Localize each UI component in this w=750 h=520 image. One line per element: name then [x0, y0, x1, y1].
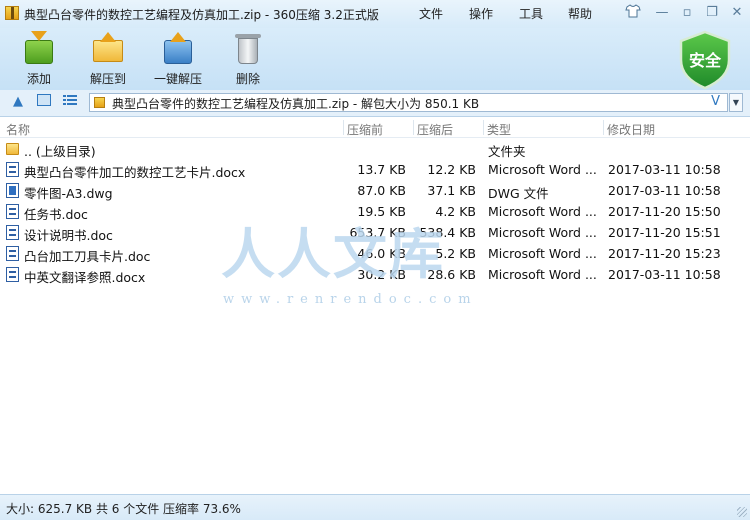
menu-tools[interactable]: 工具: [519, 5, 543, 22]
one-click-extract-button[interactable]: 一键解压: [142, 30, 214, 88]
file-row[interactable]: 典型凸台零件加工的数控工艺卡片.docx 13.7 KB 12.2 KB Mic…: [0, 159, 750, 180]
column-divider[interactable]: [343, 120, 344, 135]
file-size-before: 653.7 KB: [349, 225, 406, 240]
file-size-after: 12.2 KB: [427, 162, 476, 177]
dwg-file-icon: [6, 183, 19, 198]
status-bar: 大小: 625.7 KB 共 6 个文件 压缩率 73.6%: [0, 494, 750, 520]
file-row[interactable]: 凸台加工刀具卡片.doc 46.0 KB 5.2 KB Microsoft Wo…: [0, 243, 750, 264]
file-size-before: 13.7 KB: [357, 162, 406, 177]
word-doc-icon: [6, 162, 19, 177]
file-row[interactable]: .. (上级目录) 文件夹: [0, 138, 750, 159]
file-name: 中英文翻译参照.docx: [24, 270, 146, 285]
menu-help[interactable]: 帮助: [568, 5, 592, 22]
menu-operate[interactable]: 操作: [469, 5, 493, 22]
column-size-before[interactable]: 压缩前: [347, 121, 383, 138]
file-name: 凸台加工刀具卡片.doc: [24, 249, 151, 264]
word-doc-icon: [6, 225, 19, 240]
path-v-button[interactable]: V: [711, 94, 720, 109]
maximize-icon[interactable]: ▫: [677, 4, 697, 22]
file-list-header: 名称 压缩前 压缩后 类型 修改日期: [0, 118, 750, 138]
file-type: Microsoft Word ...: [488, 162, 597, 177]
watermark-url: www.renrendoc.com: [223, 292, 478, 307]
add-button-label: 添加: [26, 72, 51, 86]
column-divider[interactable]: [603, 120, 604, 135]
word-doc-icon: [6, 204, 19, 219]
restore-icon[interactable]: ❐: [702, 4, 722, 22]
delete-button[interactable]: 删除: [212, 30, 284, 88]
status-text: 大小: 625.7 KB 共 6 个文件 压缩率 73.6%: [6, 502, 241, 516]
file-size-after: 4.2 KB: [435, 204, 476, 219]
skin-shirt-icon[interactable]: [623, 4, 643, 22]
column-size-after[interactable]: 压缩后: [417, 121, 453, 138]
file-date: 2017-03-11 10:58: [608, 183, 721, 198]
extract-to-button[interactable]: 解压到: [72, 30, 144, 88]
path-dropdown-chevron-icon[interactable]: ▼: [729, 93, 743, 112]
file-type: Microsoft Word ...: [488, 204, 597, 219]
zip-archive-icon: [94, 97, 105, 108]
resize-grip-icon[interactable]: [737, 507, 747, 517]
file-row[interactable]: 设计说明书.doc 653.7 KB 538.4 KB Microsoft Wo…: [0, 222, 750, 243]
file-size-after: 5.2 KB: [435, 246, 476, 261]
one-click-extract-label: 一键解压: [153, 72, 202, 86]
column-divider[interactable]: [483, 120, 484, 135]
file-row[interactable]: 任务书.doc 19.5 KB 4.2 KB Microsoft Word ..…: [0, 201, 750, 222]
word-doc-icon: [6, 246, 19, 261]
file-type: DWG 文件: [488, 186, 549, 201]
file-date: 2017-11-20 15:23: [608, 246, 721, 261]
word-doc-icon: [6, 267, 19, 282]
security-shield-badge[interactable]: 安全: [677, 30, 733, 90]
minimize-icon[interactable]: —: [652, 4, 672, 22]
file-date: 2017-11-20 15:51: [608, 225, 721, 240]
toolbar: 添加 解压到 一键解压 删除: [0, 28, 750, 90]
file-size-after: 538.4 KB: [419, 225, 476, 240]
column-type[interactable]: 类型: [487, 121, 511, 138]
add-archive-icon: [22, 31, 56, 66]
file-name: .. (上级目录): [24, 144, 96, 159]
file-name: 任务书.doc: [24, 207, 88, 222]
file-size-before: 30.2 KB: [357, 267, 406, 282]
security-shield-label: 安全: [688, 51, 721, 70]
extract-to-icon: [91, 32, 125, 66]
file-size-before: 19.5 KB: [357, 204, 406, 219]
folder-icon: [6, 143, 19, 155]
large-icon-view-icon[interactable]: [36, 94, 52, 110]
column-modified[interactable]: 修改日期: [607, 121, 655, 138]
file-type: Microsoft Word ...: [488, 225, 597, 240]
file-type: Microsoft Word ...: [488, 267, 597, 282]
window-title: 典型凸台零件的数控工艺编程及仿真加工.zip - 360压缩 3.2正式版: [24, 8, 379, 22]
column-name[interactable]: 名称: [6, 121, 30, 138]
address-bar: ▲ 典型凸台零件的数控工艺编程及仿真加工.zip - 解包大小为 850.1 K…: [0, 90, 750, 117]
file-row[interactable]: 中英文翻译参照.docx 30.2 KB 28.6 KB Microsoft W…: [0, 264, 750, 285]
file-date: 2017-03-11 10:58: [608, 267, 721, 282]
add-button[interactable]: 添加: [3, 30, 75, 88]
up-arrow-icon[interactable]: ▲: [10, 94, 26, 110]
file-size-before: 87.0 KB: [357, 183, 406, 198]
column-divider[interactable]: [413, 120, 414, 135]
file-type: Microsoft Word ...: [488, 246, 597, 261]
file-name: 典型凸台零件加工的数控工艺卡片.docx: [24, 165, 246, 180]
file-date: 2017-03-11 10:58: [608, 162, 721, 177]
file-date: 2017-11-20 15:50: [608, 204, 721, 219]
file-size-after: 28.6 KB: [427, 267, 476, 282]
one-click-extract-icon: [161, 32, 195, 66]
list-view-icon[interactable]: [62, 94, 78, 110]
file-size-after: 37.1 KB: [427, 183, 476, 198]
extract-to-label: 解压到: [89, 72, 126, 86]
delete-trash-icon: [231, 32, 265, 66]
file-list: .. (上级目录) 文件夹 典型凸台零件加工的数控工艺卡片.docx 13.7 …: [0, 138, 750, 285]
path-text: 典型凸台零件的数控工艺编程及仿真加工.zip - 解包大小为 850.1 KB: [112, 97, 480, 111]
file-type: 文件夹: [488, 144, 526, 159]
delete-label: 删除: [235, 72, 260, 86]
path-field[interactable]: 典型凸台零件的数控工艺编程及仿真加工.zip - 解包大小为 850.1 KB …: [89, 93, 728, 112]
app-zip-icon: [5, 6, 19, 20]
close-icon[interactable]: ✕: [727, 4, 747, 22]
file-row[interactable]: 零件图-A3.dwg 87.0 KB 37.1 KB DWG 文件 2017-0…: [0, 180, 750, 201]
menu-file[interactable]: 文件: [419, 5, 443, 22]
file-name: 设计说明书.doc: [24, 228, 113, 243]
file-size-before: 46.0 KB: [357, 246, 406, 261]
title-bar: 典型凸台零件的数控工艺编程及仿真加工.zip - 360压缩 3.2正式版 文件…: [0, 0, 750, 28]
file-name: 零件图-A3.dwg: [24, 186, 113, 201]
